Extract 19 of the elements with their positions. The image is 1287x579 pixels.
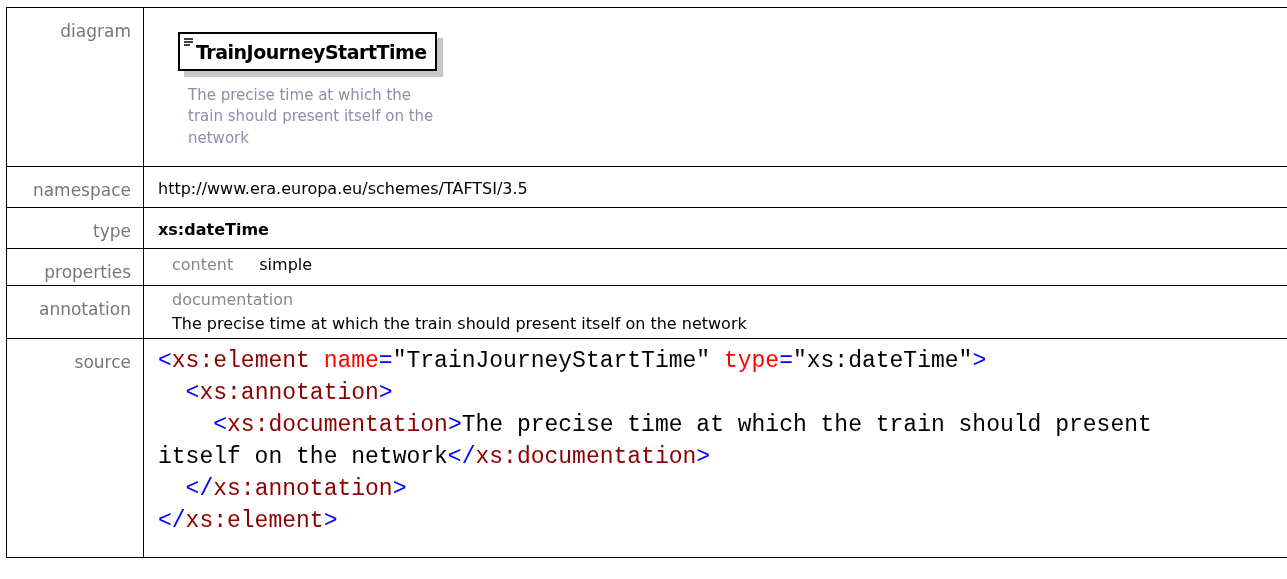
code-line: <xs:element name="TrainJourneyStartTime" type="xs:dateTime"> [158, 347, 988, 377]
row-label: diagram [60, 21, 131, 41]
row-label: namespace [32, 179, 131, 200]
code-line: </xs:element> [158, 507, 339, 537]
code-line: <xs:documentation>The precise time at which the train should present itself on the network</xs:documentation> [158, 411, 1153, 473]
row-label: annotation [39, 299, 131, 320]
row-value: http://www.era.europa.eu/schemes/TAFTSI/3.5 [158, 178, 528, 198]
annotation-text: The precise time at which the train should present itself on the network [172, 313, 748, 336]
property-key: content [172, 254, 234, 274]
code-line: </xs:annotation> [184, 475, 408, 505]
code-line: <xs:annotation> [184, 379, 394, 409]
element-description: The precise time at which the train should present itself on the network [188, 84, 435, 149]
list-icon [184, 38, 194, 47]
property-value: simple [259, 254, 313, 274]
row-label: properties [44, 261, 131, 282]
row-value: xs:dateTime [158, 219, 269, 239]
row-label: type [93, 220, 131, 241]
annotation-heading: documentation [172, 289, 295, 312]
row-label: source [74, 352, 131, 373]
